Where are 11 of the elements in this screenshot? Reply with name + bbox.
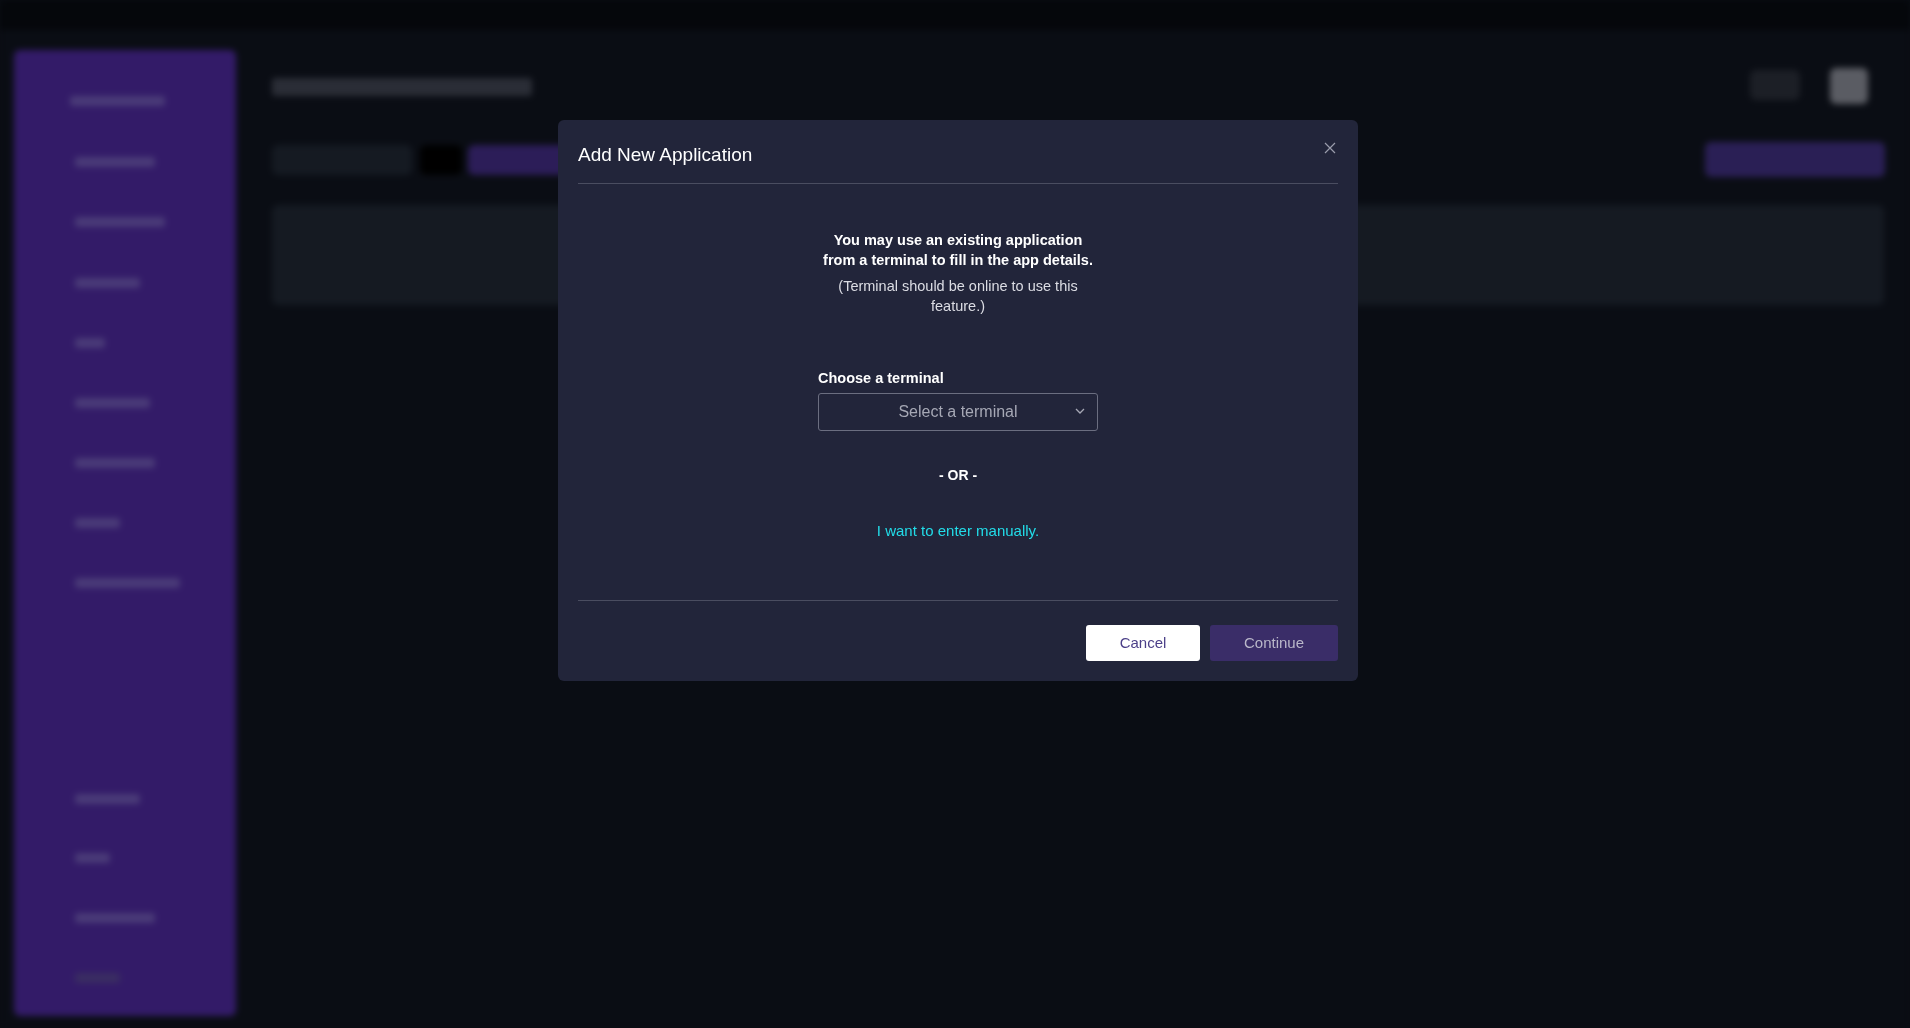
intro-text: You may use an existing application from a terminal to fill in the app details. <box>822 230 1094 270</box>
note-text: (Terminal should be online to use this feature.) <box>837 276 1079 316</box>
close-button[interactable] <box>1322 140 1338 156</box>
or-separator: - OR - <box>938 465 978 485</box>
manual-entry-link[interactable]: I want to enter manually. <box>876 519 1040 543</box>
continue-button[interactable]: Continue <box>1210 625 1338 662</box>
terminal-select[interactable]: Select a terminal <box>818 392 1098 431</box>
field-label: Choose a terminal <box>818 368 945 388</box>
chevron-down-icon <box>1075 407 1085 415</box>
dialog-title: Add New Application <box>578 144 753 167</box>
cancel-button[interactable]: Cancel <box>1086 625 1200 662</box>
